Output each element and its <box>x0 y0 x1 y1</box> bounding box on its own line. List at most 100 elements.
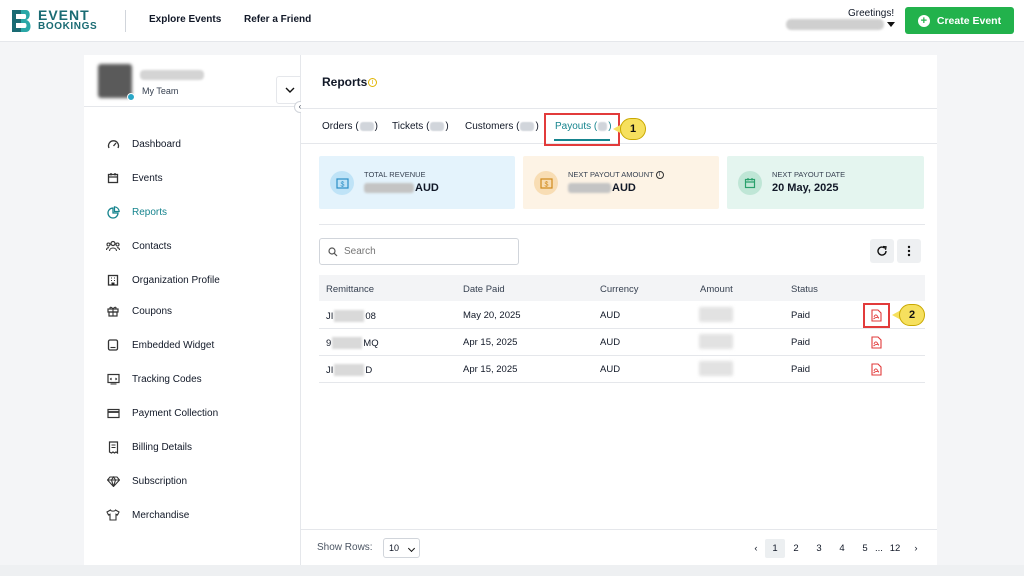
pdf-download-icon[interactable] <box>871 363 882 376</box>
greeting-text: Greetings! <box>848 8 895 19</box>
building-icon <box>106 273 120 287</box>
kebab-menu-icon <box>907 245 911 257</box>
page-title: Reports <box>322 75 368 89</box>
date-paid-cell: Apr 15, 2025 <box>463 337 518 348</box>
search-box[interactable] <box>319 238 519 265</box>
callout-1: 1 <box>612 118 646 140</box>
column-header-date-paid[interactable]: Date Paid <box>463 284 505 295</box>
info-icon[interactable]: i <box>368 78 377 87</box>
header-divider <box>125 10 126 32</box>
sidebar-item-billing-details[interactable]: Billing Details <box>106 439 192 455</box>
page-12[interactable]: 12 <box>885 539 905 558</box>
nav-explore-events[interactable]: Explore Events <box>149 14 221 25</box>
card-label: NEXT PAYOUT DATE <box>772 170 846 179</box>
page-4[interactable]: 4 <box>832 539 852 558</box>
tab-label: Customers <box>465 121 514 132</box>
sidebar-item-label: Organization Profile <box>132 274 220 286</box>
tab-customers[interactable]: Customers () <box>465 121 539 132</box>
sidebar-item-events[interactable]: Events <box>106 170 163 186</box>
page-1[interactable]: 1 <box>765 539 785 558</box>
gauge-icon <box>106 137 120 151</box>
refresh-button[interactable] <box>870 239 894 263</box>
sidebar-item-payment-collection[interactable]: Payment Collection <box>106 405 218 421</box>
table-row: 9 MQ Apr 15, 2025 AUD Paid <box>319 329 925 356</box>
sidebar-item-reports[interactable]: Reports <box>106 204 167 220</box>
total-revenue-card: $ TOTAL REVENUE AUD <box>319 156 515 209</box>
online-status-dot <box>127 93 135 101</box>
date-paid-cell: May 20, 2025 <box>463 310 521 321</box>
sidebar-item-subscription[interactable]: Subscription <box>106 473 187 489</box>
pdf-download-icon[interactable] <box>871 336 882 349</box>
amount-redacted <box>699 334 733 349</box>
logo-text-event: EVENT <box>38 7 90 23</box>
team-dropdown-button[interactable] <box>276 76 304 104</box>
sidebar-item-merchandise[interactable]: Merchandise <box>106 507 189 523</box>
sidebar-item-label: Events <box>132 172 163 184</box>
create-event-button[interactable]: + Create Event <box>905 7 1014 34</box>
more-options-button[interactable] <box>897 239 921 263</box>
info-icon[interactable]: i <box>655 171 664 180</box>
sidebar-item-label: Contacts <box>132 240 172 252</box>
sidebar-item-contacts[interactable]: Contacts <box>106 238 171 254</box>
sidebar: My Team Dashboard Events Reports Contact… <box>84 55 304 576</box>
column-header-currency[interactable]: Currency <box>600 284 639 295</box>
status-cell: Paid <box>791 364 811 375</box>
card-label: TOTAL REVENUE <box>364 170 426 179</box>
highlight-box-pdf <box>863 303 890 328</box>
svg-text:$: $ <box>544 181 548 188</box>
remittance-cell: JI 08 <box>326 310 376 322</box>
status-cell: Paid <box>791 337 811 348</box>
money-icon: $ <box>534 171 558 195</box>
sidebar-item-coupons[interactable]: Coupons <box>106 303 172 319</box>
team-switcher[interactable]: My Team <box>98 64 304 104</box>
page-bottom-edge <box>0 565 1024 576</box>
sidebar-item-tracking-codes[interactable]: Tracking Codes <box>106 371 202 387</box>
sidebar-item-label: Subscription <box>132 475 188 487</box>
logo-text-bookings: BOOKINGS <box>38 21 98 32</box>
nav-refer-friend[interactable]: Refer a Friend <box>244 14 311 25</box>
cards-divider <box>319 224 925 225</box>
search-input[interactable] <box>344 246 504 257</box>
status-cell: Paid <box>791 310 811 321</box>
sidebar-item-label: Merchandise <box>132 509 190 521</box>
tab-orders[interactable]: Orders () <box>322 121 378 132</box>
remittance-prefix: JI <box>326 310 334 322</box>
user-name-redacted[interactable] <box>786 19 884 30</box>
receipt-icon <box>106 440 120 454</box>
code-icon <box>106 372 120 386</box>
page-2[interactable]: 2 <box>786 539 806 558</box>
column-header-amount[interactable]: Amount <box>700 284 733 295</box>
page-3[interactable]: 3 <box>809 539 829 558</box>
rows-per-page-select[interactable]: 10 <box>383 538 420 558</box>
currency-cell: AUD <box>600 364 621 375</box>
remittance-prefix: 9 <box>326 337 332 349</box>
user-menu-caret-icon[interactable] <box>887 22 895 27</box>
sidebar-item-organization-profile[interactable]: Organization Profile <box>106 272 220 288</box>
remittance-suffix: 08 <box>365 310 376 322</box>
sidebar-item-dashboard[interactable]: Dashboard <box>106 136 181 152</box>
plus-icon: + <box>917 14 930 27</box>
column-header-status[interactable]: Status <box>791 284 818 295</box>
sidebar-item-label: Reports <box>132 206 168 218</box>
date-paid-cell: Apr 15, 2025 <box>463 364 518 375</box>
create-event-label: Create Event <box>936 14 1002 27</box>
sidebar-item-embedded-widget[interactable]: Embedded Widget <box>106 337 214 353</box>
main-panel: Reports i Orders () Tickets () Customers… <box>301 55 937 576</box>
calendar-icon <box>738 171 762 195</box>
card-label-text: NEXT PAYOUT AMOUNT <box>568 170 654 179</box>
prev-page-button[interactable]: ‹ <box>746 539 766 558</box>
calendar-icon <box>106 171 120 185</box>
logo[interactable]: EVENT BOOKINGS <box>10 8 97 34</box>
shirt-icon <box>106 508 120 522</box>
pie-chart-icon <box>106 205 120 219</box>
rows-per-page-value: 10 <box>389 543 400 553</box>
sidebar-item-label: Coupons <box>132 305 173 317</box>
next-page-button[interactable]: › <box>906 539 926 558</box>
footer-divider <box>301 529 937 530</box>
card-value: AUD <box>415 182 439 194</box>
card-icon <box>106 406 120 420</box>
tab-tickets[interactable]: Tickets () <box>392 121 449 132</box>
tab-label: Orders <box>322 121 353 132</box>
chevron-down-icon <box>285 87 295 93</box>
column-header-remittance[interactable]: Remittance <box>326 284 374 295</box>
